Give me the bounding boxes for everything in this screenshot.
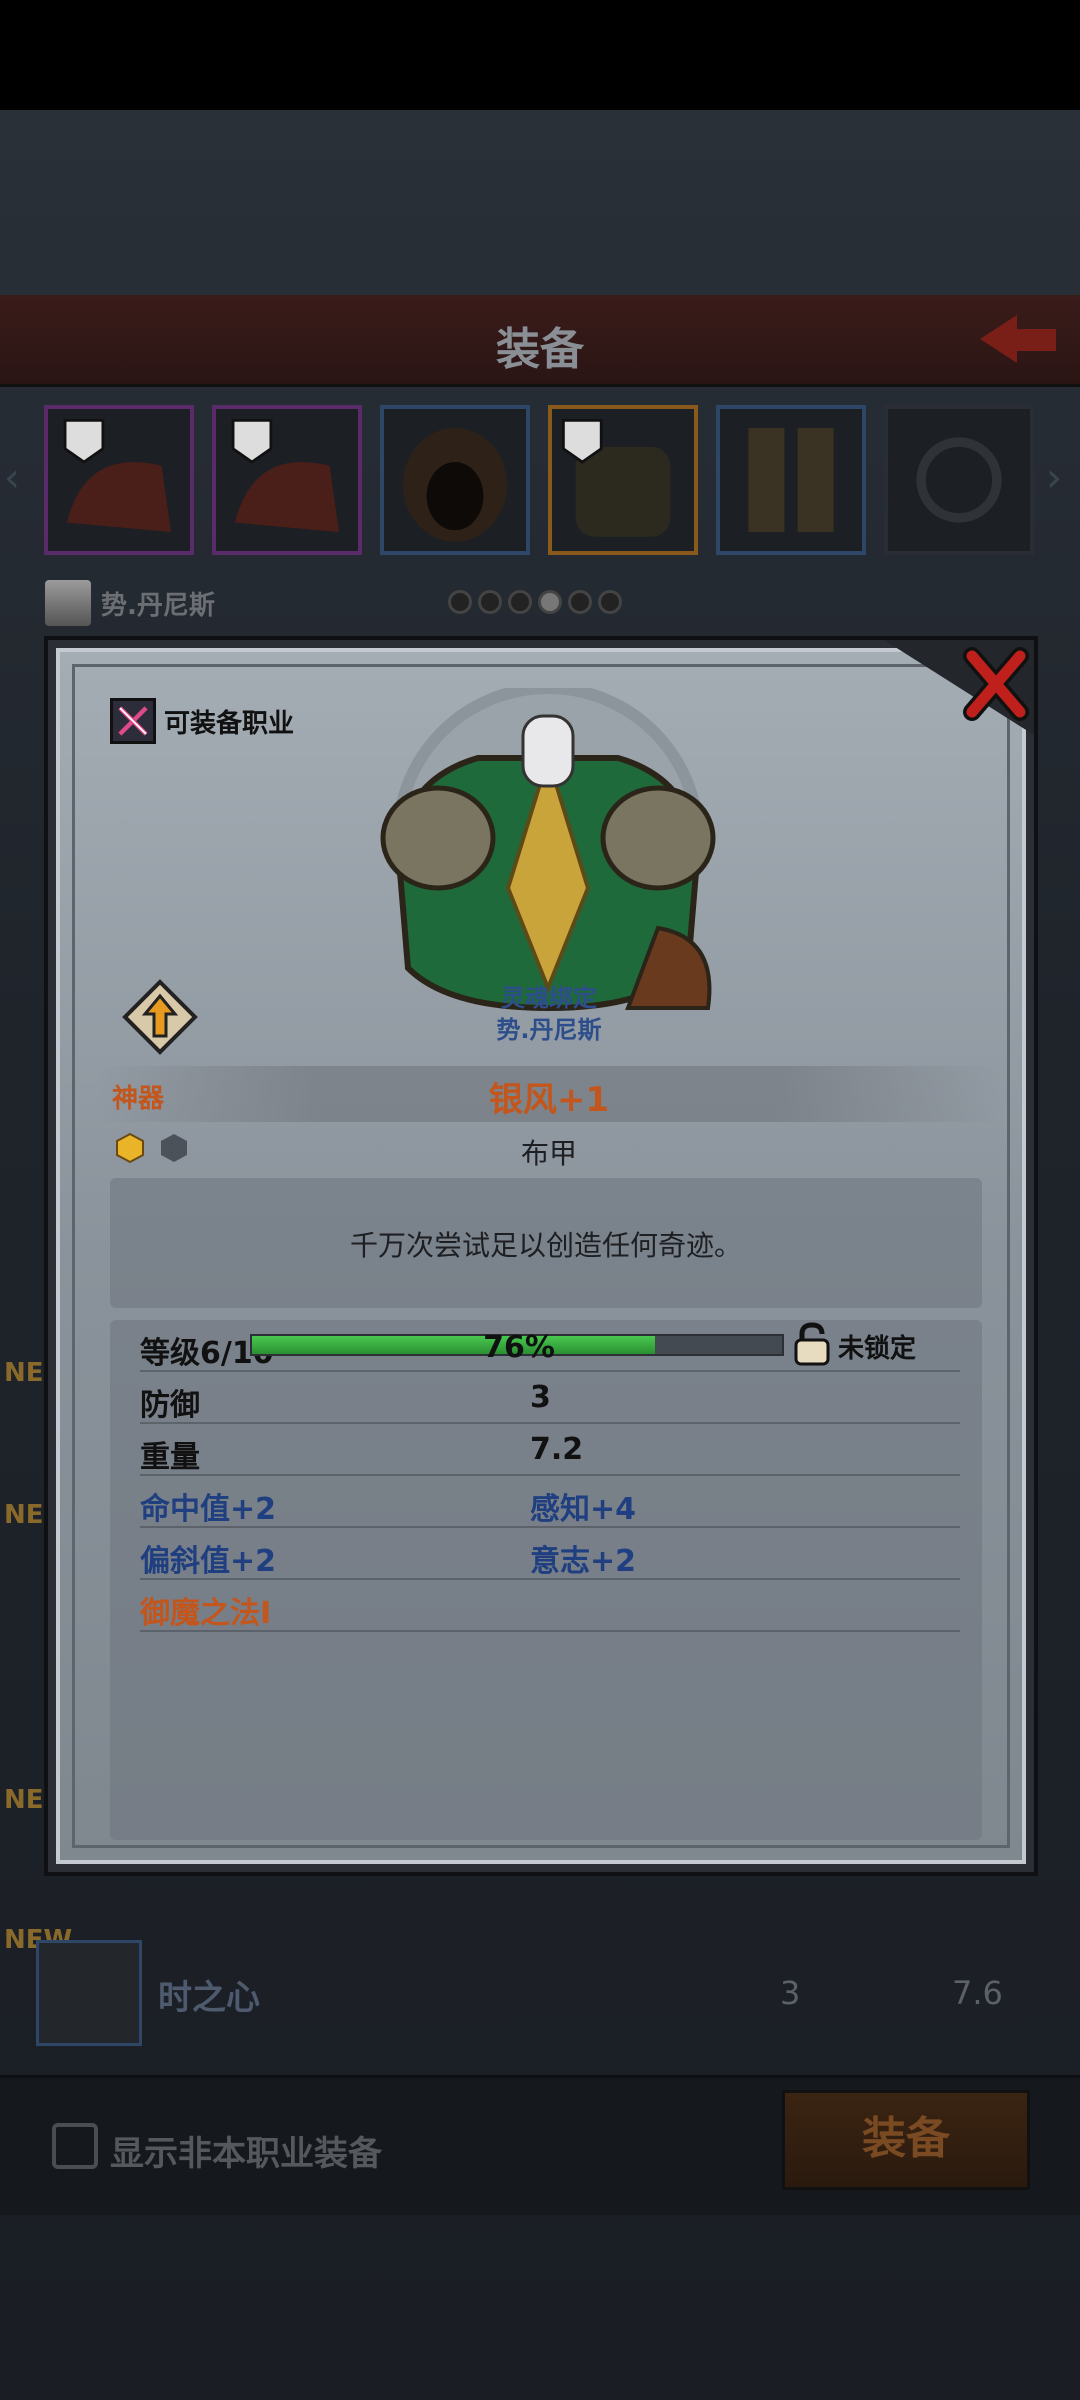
page-dot bbox=[598, 590, 622, 614]
list-item-name: 时之心 bbox=[158, 1978, 260, 2018]
stat-row-skill: 御魔之法I bbox=[140, 1580, 960, 1632]
bound-hero-name: 势.丹尼斯 bbox=[496, 1016, 602, 1044]
defense-value: 3 bbox=[530, 1380, 551, 1415]
page-dot bbox=[568, 590, 592, 614]
unlock-icon[interactable] bbox=[792, 1322, 832, 1366]
perception-bonus: 感知+4 bbox=[530, 1492, 637, 1527]
screen-title: 装备 bbox=[496, 324, 584, 375]
page-dot bbox=[538, 590, 562, 614]
description-box: 千万次尝试足以创造任何奇迹。 bbox=[110, 1178, 982, 1308]
page-indicator bbox=[448, 590, 622, 614]
item-description: 千万次尝试足以创造任何奇迹。 bbox=[349, 1229, 742, 1262]
list-item-thumbnail bbox=[36, 1940, 142, 2046]
close-button[interactable] bbox=[884, 640, 1034, 735]
hit-bonus: 命中值+2 bbox=[140, 1492, 277, 1527]
equippable-class-label: 可装备职业 bbox=[164, 708, 295, 739]
back-arrow-icon[interactable] bbox=[972, 309, 1062, 369]
slot-scroll-left-icon[interactable]: ‹ bbox=[4, 455, 20, 501]
hero-avatar bbox=[45, 580, 91, 626]
equipment-slot[interactable] bbox=[44, 405, 194, 555]
list-item-defense: 3 bbox=[780, 1974, 801, 2012]
weight-value: 7.2 bbox=[530, 1432, 584, 1467]
stat-row-bonus-1: 命中值+2 感知+4 bbox=[140, 1476, 960, 1528]
level-progress-bar: 76% bbox=[250, 1330, 784, 1365]
list-item[interactable]: 时之心 3 7.6 bbox=[36, 1940, 1046, 2050]
crossed-weapons-icon bbox=[110, 698, 156, 744]
equipment-slot-selected[interactable] bbox=[548, 405, 698, 555]
equipment-slot[interactable] bbox=[380, 405, 530, 555]
show-other-class-checkbox[interactable] bbox=[52, 2123, 98, 2169]
item-type: 布甲 bbox=[520, 1137, 577, 1170]
hero-name: 势.丹尼斯 bbox=[101, 590, 215, 621]
weight-label: 重量 bbox=[140, 1440, 200, 1475]
show-other-class-label: 显示非本职业装备 bbox=[110, 2134, 382, 2174]
bottom-bar: 显示非本职业装备 装备 bbox=[0, 2075, 1080, 2215]
slot-scroll-right-icon[interactable]: › bbox=[1046, 455, 1062, 501]
stats-panel: 等级6/10 76% 未锁定 防御 3 重量 7.2 命中值+2 感知+4 偏斜… bbox=[110, 1320, 982, 1840]
equipment-slot[interactable] bbox=[716, 405, 866, 555]
equippable-class-row[interactable]: 可装备职业 bbox=[110, 698, 294, 744]
stat-row-bonus-2: 偏斜值+2 意志+2 bbox=[140, 1528, 960, 1580]
title-bar: 装备 bbox=[0, 295, 1080, 387]
equipment-slot[interactable] bbox=[212, 405, 362, 555]
page-dot bbox=[478, 590, 502, 614]
item-name: 银风+1 bbox=[488, 1080, 610, 1120]
special-skill: 御魔之法I bbox=[140, 1596, 272, 1631]
level-progress-percent: 76% bbox=[483, 1330, 555, 1365]
dodge-bonus: 偏斜值+2 bbox=[140, 1544, 277, 1579]
will-bonus: 意志+2 bbox=[530, 1544, 637, 1579]
soulbound-label: 灵魂绑定 bbox=[501, 984, 597, 1012]
close-icon bbox=[884, 640, 1034, 735]
hero-row: 势.丹尼斯 bbox=[45, 578, 215, 628]
page-dot bbox=[448, 590, 472, 614]
equipment-slot[interactable] bbox=[884, 405, 1034, 555]
item-detail-modal: 可装备职业 灵魂绑定 势.丹尼斯 神器 银风+1 布甲 千万次尝试足以创造任何奇… bbox=[48, 640, 1034, 1872]
lock-status-label: 未锁定 bbox=[838, 1334, 917, 1364]
equip-button[interactable]: 装备 bbox=[782, 2090, 1030, 2190]
upgrade-icon[interactable] bbox=[121, 978, 199, 1056]
level-row: 等级6/10 76% 未锁定 bbox=[140, 1320, 960, 1372]
list-item-weight: 7.6 bbox=[952, 1974, 1003, 2012]
page-dot bbox=[508, 590, 532, 614]
item-armor-image bbox=[358, 682, 738, 1028]
stat-row-weight: 重量 7.2 bbox=[140, 1424, 960, 1476]
defense-label: 防御 bbox=[140, 1388, 200, 1423]
stat-row-defense: 防御 3 bbox=[140, 1372, 960, 1424]
